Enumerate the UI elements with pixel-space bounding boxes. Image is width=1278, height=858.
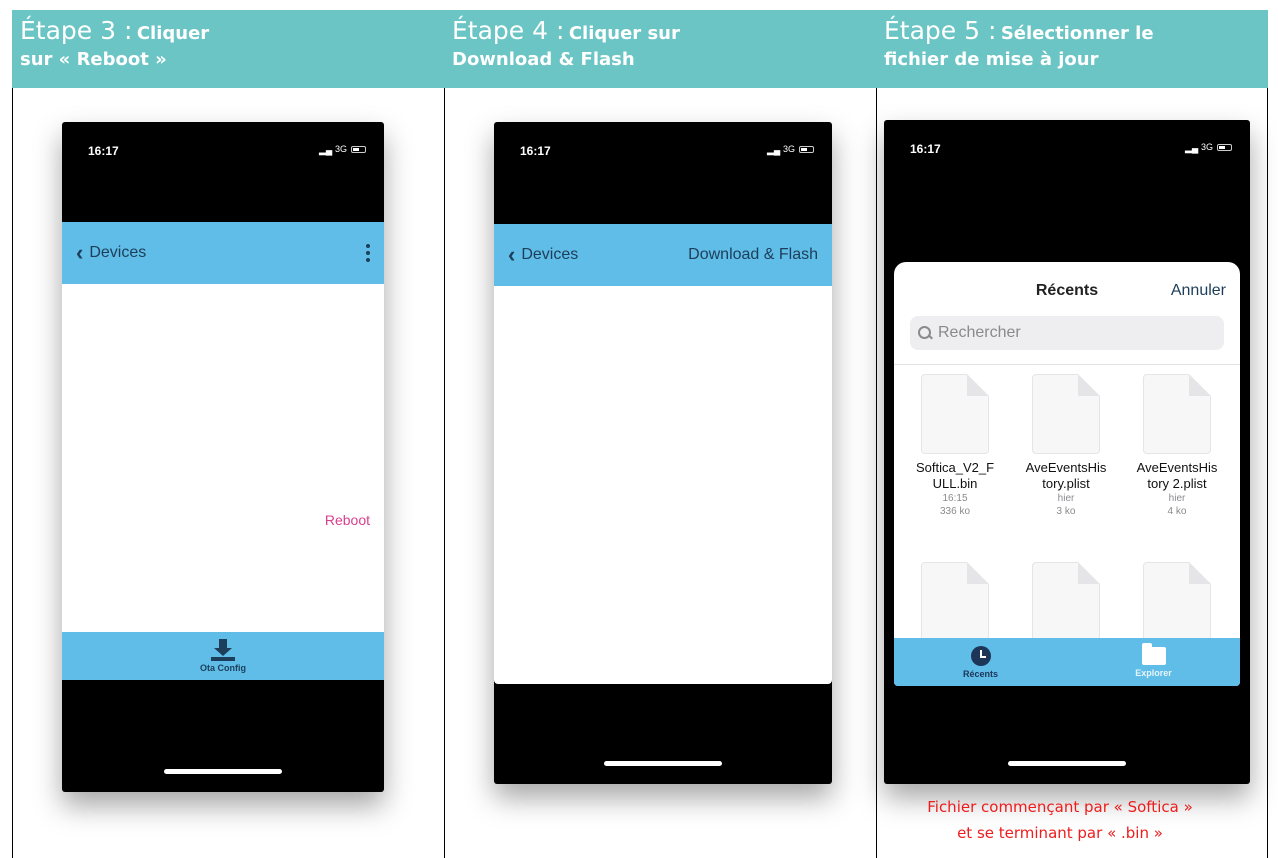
file-name-line2: ULL.bin [932, 476, 978, 491]
network-label: 3G [1200, 142, 1213, 152]
back-label: Devices [89, 244, 147, 261]
file-item-aveevents-2[interactable]: AveEventsHis tory 2.plist hier 4 ko [1122, 374, 1232, 518]
step-3-action: Cliquer [136, 23, 210, 44]
status-time: 16:17 [910, 142, 941, 156]
step-3-header: Étape 3 : Cliquer sur « Reboot » [12, 10, 444, 88]
document-icon [921, 562, 989, 642]
tab-ota-config[interactable]: Ota Config [200, 663, 246, 673]
tab-recents-label: Récents [962, 668, 998, 679]
tab-recents[interactable]: Récents [894, 638, 1067, 686]
home-indicator [164, 769, 282, 774]
file-size: 336 ko [939, 506, 971, 517]
file-item-aveevents[interactable]: AveEventsHis tory.plist hier 3 ko [1011, 374, 1121, 518]
tab-explorer-label: Explorer [1135, 667, 1172, 678]
file-item-softica[interactable]: Softica_V2_F ULL.bin 16:15 336 ko [900, 374, 1010, 518]
status-bar-right: ▂▄ 3G [766, 144, 814, 155]
search-placeholder: Rechercher [938, 324, 1021, 341]
step-4-number: Étape 4 : [452, 16, 565, 45]
step-5-action-line2: fichier de mise à jour [884, 49, 1099, 70]
home-indicator [604, 761, 722, 766]
step-5-caption: Fichier commençant par « Softica » et se… [864, 794, 1256, 846]
back-label: Devices [521, 246, 579, 263]
file-name-line1: Softica_V2_F [915, 460, 995, 475]
step-4-action: Cliquer sur [568, 23, 680, 44]
back-button[interactable]: ‹ Devices [76, 242, 146, 264]
file-picker-sheet: Récents Annuler Rechercher Softica_V2_F … [894, 262, 1240, 686]
document-icon [921, 374, 989, 454]
flash-content [494, 286, 832, 684]
status-bar-right: ▂▄ 3G [318, 144, 366, 155]
step-4-action-line2: Download & Flash [452, 49, 635, 70]
file-name-line1: AveEventsHis [1136, 460, 1218, 475]
file-size: 4 ko [1167, 506, 1187, 517]
phone-screenshot-step-3: 16:17 ▂▄ 3G ‹ Devices Reboot Ota Config [62, 122, 384, 792]
back-button[interactable]: ‹ Devices [508, 244, 578, 266]
signal-icon: ▂▄ [766, 145, 781, 155]
file-name-line2: tory.plist [1042, 476, 1090, 491]
device-content: Reboot [62, 284, 384, 632]
signal-icon: ▂▄ [318, 145, 333, 155]
battery-icon [351, 145, 366, 153]
chevron-left-icon: ‹ [508, 242, 516, 267]
file-size: 3 ko [1056, 506, 1076, 517]
step-5-action: Sélectionner le [1000, 23, 1154, 44]
file-name-line1: AveEventsHis [1025, 460, 1107, 475]
reboot-button[interactable]: Reboot [325, 512, 370, 528]
battery-icon [1217, 143, 1232, 151]
search-input[interactable]: Rechercher [910, 316, 1224, 350]
step-5-header: Étape 5 : Sélectionner le fichier de mis… [876, 10, 1268, 88]
tab-explorer[interactable]: Explorer [1067, 638, 1240, 686]
file-date: 16:15 [942, 493, 968, 504]
status-time: 16:17 [520, 144, 551, 158]
step-3-number: Étape 3 : [20, 16, 133, 45]
chevron-left-icon: ‹ [76, 240, 84, 265]
search-icon [918, 326, 932, 340]
cancel-button[interactable]: Annuler [1171, 282, 1226, 300]
step-3-action-line2: sur « Reboot » [20, 49, 167, 70]
app-navbar: ‹ Devices [62, 222, 384, 284]
network-label: 3G [334, 144, 347, 154]
file-name-line2: tory 2.plist [1147, 476, 1207, 491]
clock-icon [970, 645, 991, 666]
step-5-number: Étape 5 : [884, 16, 997, 45]
file-date: hier [1057, 493, 1075, 504]
caption-line-2: et se terminant par « .bin » [957, 824, 1163, 842]
divider [894, 364, 1240, 365]
status-time: 16:17 [88, 144, 119, 158]
network-label: 3G [782, 144, 795, 154]
file-item-partial[interactable] [900, 562, 1010, 642]
phone-screenshot-step-5: 16:17 ▂▄ 3G Récents Annuler Rechercher S… [884, 120, 1250, 784]
signal-icon: ▂▄ [1184, 143, 1199, 153]
caption-line-1: Fichier commençant par « Softica » [927, 798, 1193, 816]
more-options-icon[interactable] [366, 244, 370, 262]
bottom-tab-bar: Ota Config [62, 632, 384, 680]
file-item-partial[interactable] [1122, 562, 1232, 642]
document-icon [1032, 562, 1100, 642]
download-icon[interactable] [211, 639, 235, 661]
folder-icon [1141, 642, 1166, 665]
document-icon [1032, 374, 1100, 454]
app-navbar: ‹ Devices Download & Flash [494, 224, 832, 286]
document-icon [1143, 562, 1211, 642]
file-item-partial[interactable] [1011, 562, 1121, 642]
phone-screenshot-step-4: 16:17 ▂▄ 3G ‹ Devices Download & Flash [494, 122, 832, 784]
picker-tab-bar: Récents Explorer [894, 638, 1240, 686]
battery-icon [799, 145, 814, 153]
step-4-header: Étape 4 : Cliquer sur Download & Flash [444, 10, 876, 88]
status-bar-right: ▂▄ 3G [1184, 142, 1232, 153]
home-indicator [1008, 761, 1126, 766]
download-flash-button[interactable]: Download & Flash [688, 246, 818, 264]
document-icon [1143, 374, 1211, 454]
file-date: hier [1168, 493, 1186, 504]
